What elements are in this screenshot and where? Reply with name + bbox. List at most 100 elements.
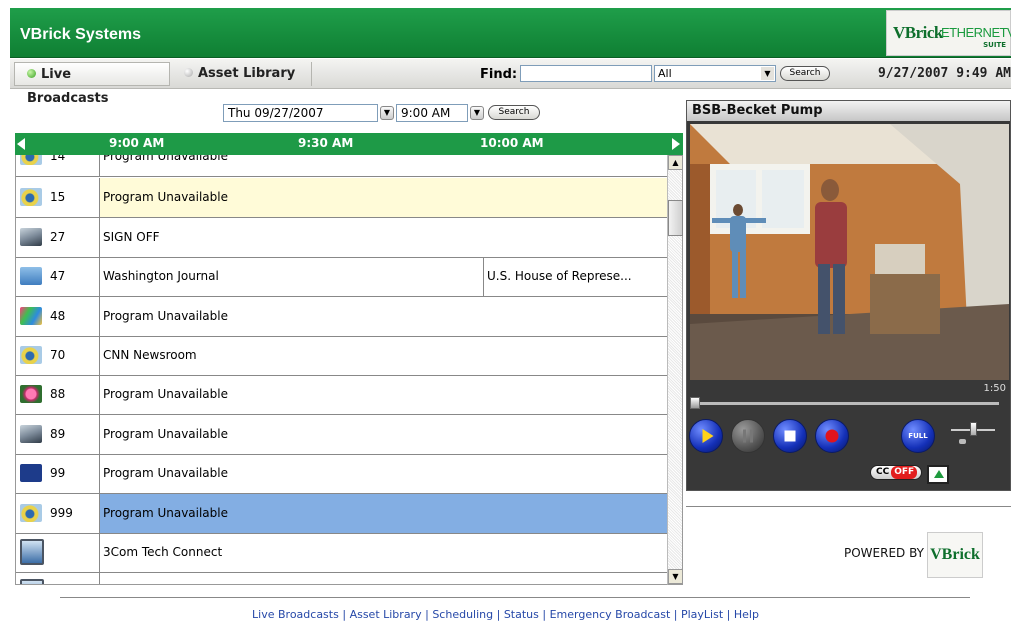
guide-date-input[interactable]: Thu 09/27/2007	[223, 104, 378, 122]
airplane-icon	[20, 267, 42, 285]
channel-row[interactable]: 999 Program Unavailable	[16, 494, 667, 534]
program-cell[interactable]: U.S. House of Represe...	[483, 257, 667, 296]
app-header: VBrick Systems VBrick ETHERNETV SUITE	[10, 8, 1011, 58]
fox-news-icon	[20, 464, 42, 482]
find-search-button[interactable]: Search	[780, 66, 830, 81]
guide-search-button[interactable]: Search	[488, 105, 540, 120]
find-label: Find:	[480, 67, 518, 82]
date-picker-arrow-icon[interactable]: ▼	[380, 106, 394, 120]
find-input[interactable]	[520, 65, 652, 82]
channel-row[interactable]: 88 Program Unavailable	[16, 375, 667, 415]
program-cell[interactable]: 3Com Tech Connect	[99, 533, 667, 572]
channel-row[interactable]: 48 Program Unavailable	[16, 297, 667, 337]
channel-row[interactable]: 3Com Tech Connect	[16, 533, 667, 573]
fullscreen-label: FULL	[908, 432, 928, 440]
channel-row[interactable]	[16, 573, 667, 584]
footer-links: Live Broadcasts | Asset Library | Schedu…	[252, 608, 759, 621]
monitor-icon	[20, 539, 44, 565]
current-datetime: 9/27/2007 9:49 AM	[877, 66, 1011, 81]
nav-bar: Live Broadcasts Asset Library Find: All …	[10, 59, 1011, 106]
satellite-icon	[20, 188, 42, 206]
play-button[interactable]	[689, 419, 723, 453]
elapsed-time: 1:50	[983, 383, 1006, 394]
scroll-down-icon[interactable]: ▼	[668, 569, 683, 584]
scrollbar-thumb[interactable]	[668, 200, 683, 236]
app-title: VBrick Systems	[20, 26, 141, 43]
guide-time-input[interactable]: 9:00 AM	[396, 104, 468, 122]
channel-number: 89	[50, 427, 66, 441]
footer-link-help[interactable]: Help	[734, 608, 759, 621]
popout-button[interactable]	[927, 465, 949, 484]
video-frame[interactable]	[690, 124, 1009, 380]
volume-handle[interactable]	[970, 422, 977, 436]
program-cell[interactable]: Program Unavailable	[99, 375, 667, 414]
guide-scrollbar[interactable]: ▲ ▼	[667, 155, 683, 585]
channel-row[interactable]: 14 Program Unavailable	[16, 155, 667, 177]
footer-link-status[interactable]: Status	[504, 608, 539, 621]
program-cell[interactable]: Program Unavailable	[99, 415, 667, 454]
channel-row[interactable]: 15 Program Unavailable	[16, 178, 667, 218]
program-cell[interactable]: Program Unavailable	[99, 494, 667, 533]
footer-link-live-broadcasts[interactable]: Live Broadcasts	[252, 608, 339, 621]
inactive-dot-icon	[184, 68, 193, 77]
record-button[interactable]	[815, 419, 849, 453]
program-cell[interactable]: Program Unavailable	[99, 178, 667, 217]
channel-row[interactable]: 47 Washington Journal U.S. House of Repr…	[16, 257, 667, 297]
program-cell[interactable]: CNN Newsroom	[99, 336, 667, 375]
channel-number: 70	[50, 348, 66, 362]
program-cell[interactable]: Program Unavailable	[99, 297, 667, 336]
program-cell[interactable]: Program Unavailable	[99, 155, 667, 176]
program-guide: 14 Program Unavailable 15 Program Unavai…	[15, 155, 667, 585]
vbrick-logo: VBrick	[927, 532, 983, 578]
time-picker-arrow-icon[interactable]: ▼	[470, 106, 484, 120]
speaker-icon	[959, 439, 966, 444]
pause-icon	[743, 429, 753, 443]
stop-button[interactable]	[773, 419, 807, 453]
cc-state: OFF	[891, 466, 918, 479]
dish-icon	[20, 228, 42, 246]
play-icon	[702, 429, 714, 443]
vbrick-ethernettv-logo: VBrick ETHERNETV SUITE	[886, 10, 1011, 56]
active-dot-icon	[27, 69, 36, 78]
tab-asset-library[interactable]: Asset Library	[172, 62, 312, 86]
program-cell[interactable]: Program Unavailable	[99, 454, 667, 493]
scroll-left-icon[interactable]	[17, 138, 25, 150]
player-title: BSB-Becket Pump	[687, 101, 1010, 121]
footer-link-playlist[interactable]: PlayList	[681, 608, 723, 621]
channel-row[interactable]: 27 SIGN OFF	[16, 218, 667, 258]
channel-row[interactable]: 70 CNN Newsroom	[16, 336, 667, 376]
scroll-right-icon[interactable]	[672, 138, 680, 150]
seek-handle[interactable]	[690, 397, 700, 409]
tab-live-broadcasts[interactable]: Live Broadcasts	[14, 62, 170, 106]
seek-bar[interactable]	[691, 402, 999, 405]
video-player: BSB-Becket Pump 1:50 FULL CC OFF	[686, 100, 1011, 491]
time-slot: 9:30 AM	[298, 136, 354, 150]
channel-number: 48	[50, 309, 66, 323]
program-cell[interactable]: SIGN OFF	[99, 218, 667, 257]
find-scope-select[interactable]: All ▼	[654, 65, 776, 82]
footer-link-scheduling[interactable]: Scheduling	[432, 608, 493, 621]
channel-number: 14	[50, 155, 66, 163]
satellite-icon	[20, 346, 42, 364]
program-cell[interactable]	[99, 573, 667, 584]
footer-link-emergency-broadcast[interactable]: Emergency Broadcast	[550, 608, 671, 621]
powered-by-label: POWERED BY	[844, 546, 925, 560]
fullscreen-button[interactable]: FULL	[901, 419, 935, 453]
channel-number: 27	[50, 230, 66, 244]
chevron-down-icon: ▼	[761, 67, 774, 80]
program-cell[interactable]: Washington Journal	[99, 257, 483, 296]
closed-caption-toggle[interactable]: CC OFF	[870, 465, 922, 480]
pause-button[interactable]	[731, 419, 765, 453]
channel-row[interactable]: 99 Program Unavailable	[16, 454, 667, 494]
channel-number: 88	[50, 387, 66, 401]
stop-icon	[784, 430, 796, 442]
channel-row[interactable]: 89 Program Unavailable	[16, 415, 667, 455]
dish-icon	[20, 425, 42, 443]
tribe-icon	[20, 307, 42, 325]
monitor-icon	[20, 579, 44, 584]
scroll-up-icon[interactable]: ▲	[668, 155, 683, 170]
footer-link-asset-library[interactable]: Asset Library	[350, 608, 422, 621]
channel-number: 47	[50, 269, 66, 283]
footer-divider	[60, 597, 970, 598]
time-slot: 9:00 AM	[109, 136, 165, 150]
